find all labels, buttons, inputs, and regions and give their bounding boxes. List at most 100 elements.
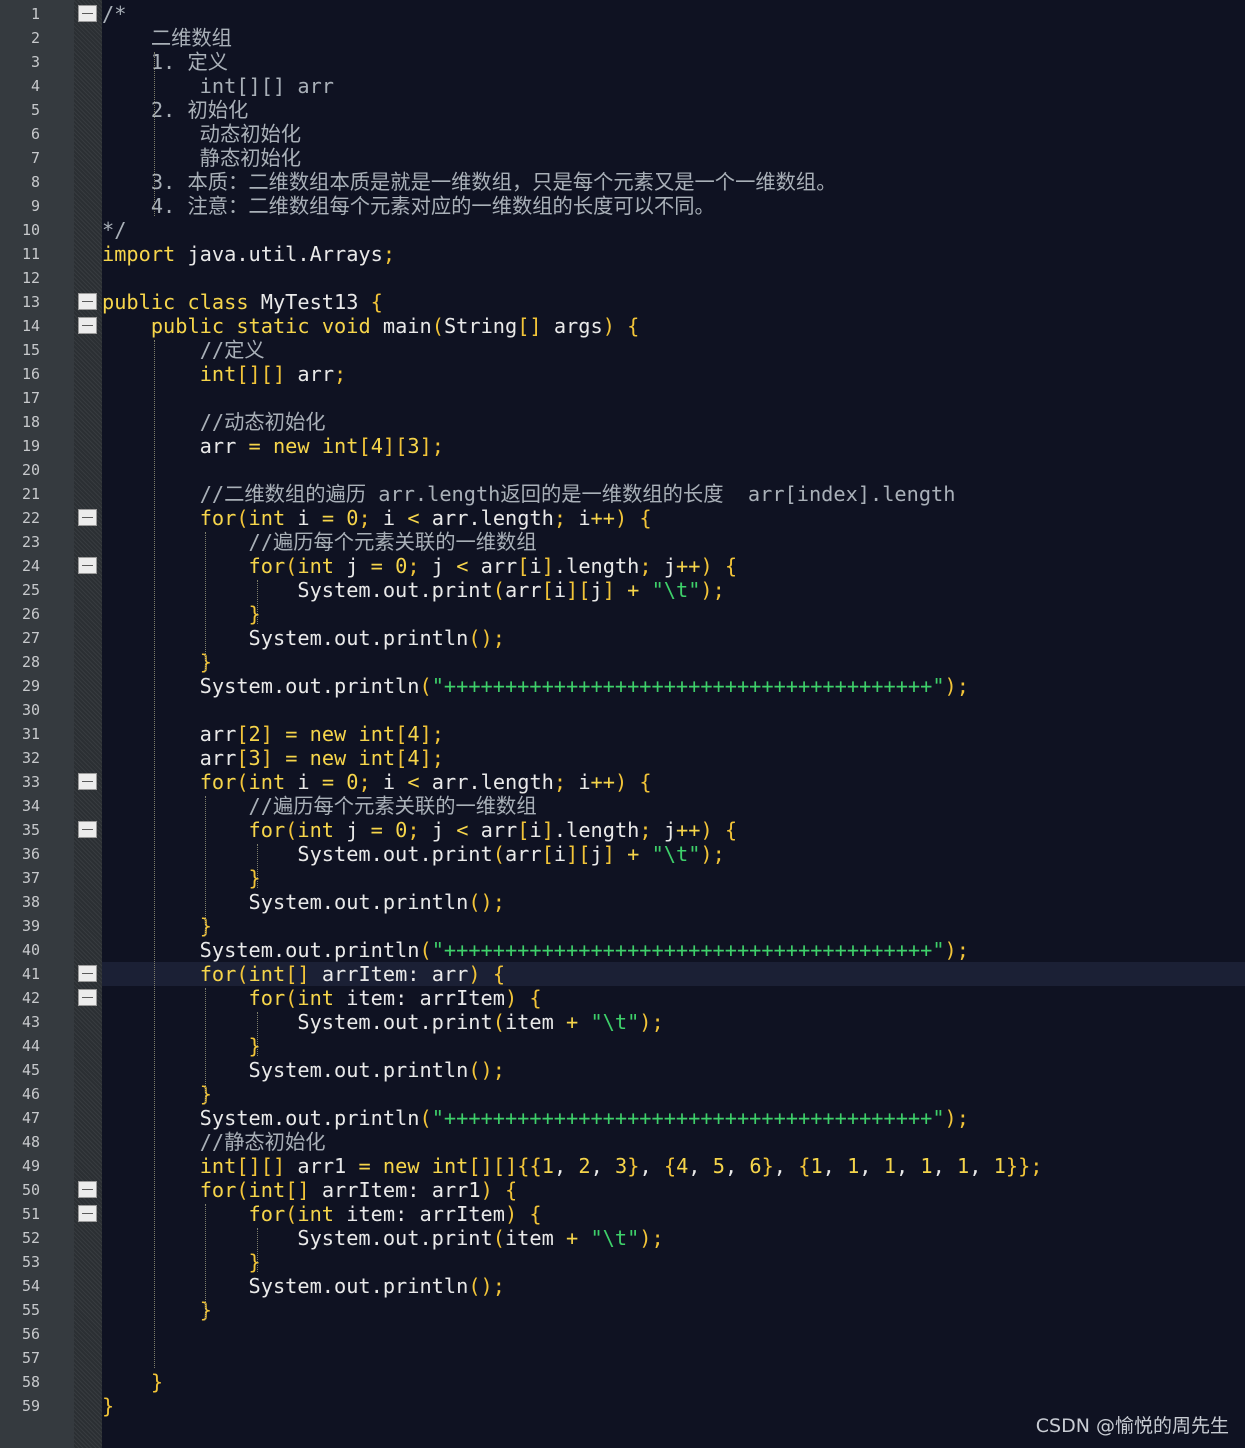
code-line[interactable]: for(int i = 0; i < arr.length; i++) { [102,770,1245,794]
code-line[interactable]: //静态初始化 [102,1130,1245,1154]
code-area[interactable]: /* 二维数组 1. 定义 int[][] arr 2. 初始化 动态初始化 静… [102,0,1245,1448]
line-number: 53 [21,1253,40,1271]
code-line-text: for(int i = 0; i < arr.length; i++) { [199,506,652,530]
fold-toggle-icon[interactable] [78,989,97,1006]
code-line[interactable]: //动态初始化 [102,410,1245,434]
code-line[interactable]: 4. 注意：二维数组每个元素对应的一维数组的长度可以不同。 [102,194,1245,218]
code-line[interactable]: import java.util.Arrays; [102,242,1245,266]
code-line[interactable] [102,458,1245,482]
line-number: 23 [21,533,40,551]
code-line-text: //定义 [199,338,265,362]
line-number: 25 [21,581,40,599]
code-line[interactable]: for(int item: arrItem) { [102,986,1245,1010]
code-line[interactable]: System.out.println(); [102,626,1245,650]
line-number: 59 [21,1397,40,1415]
code-line-text: System.out.println("++++++++++++++++++++… [102,938,969,962]
code-line-text: System.out.print(item + "\t"); [102,1010,664,1034]
code-line[interactable]: } [102,602,1245,626]
code-line-text: //静态初始化 [199,1130,326,1154]
fold-toggle-icon[interactable] [78,317,97,334]
code-line[interactable]: 静态初始化 [102,146,1245,170]
code-line[interactable]: for(int j = 0; j < arr[i].length; j++) { [102,554,1245,578]
fold-toggle-icon[interactable] [78,1205,97,1222]
fold-toggle-icon[interactable] [78,1181,97,1198]
code-line[interactable]: System.out.println(); [102,890,1245,914]
code-line[interactable]: /* [102,2,1245,26]
line-number: 30 [21,701,40,719]
code-line[interactable]: } [102,650,1245,674]
code-line[interactable]: for(int i = 0; i < arr.length; i++) { [102,506,1245,530]
code-line[interactable]: int[][] arr [102,74,1245,98]
fold-toggle-icon[interactable] [78,965,97,982]
fold-toggle-icon[interactable] [78,557,97,574]
fold-toggle-icon[interactable] [78,5,97,22]
code-line[interactable] [102,1322,1245,1346]
code-line[interactable]: //定义 [102,338,1245,362]
code-line[interactable]: System.out.print(item + "\t"); [102,1226,1245,1250]
code-line-text: 2. 初始化 [102,98,249,122]
indent-guide [205,796,206,936]
code-line[interactable]: arr[2] = new int[4]; [102,722,1245,746]
indent-guide [257,1228,258,1272]
code-line[interactable]: //遍历每个元素关联的一维数组 [102,530,1245,554]
code-line[interactable]: public static void main(String[] args) { [102,314,1245,338]
code-line[interactable]: int[][] arr; [102,362,1245,386]
fold-toggle-icon[interactable] [78,773,97,790]
code-line[interactable]: int[][] arr1 = new int[][]{{1, 2, 3}, {4… [102,1154,1245,1178]
code-line[interactable]: } [102,1250,1245,1274]
code-line[interactable]: //遍历每个元素关联的一维数组 [102,794,1245,818]
code-line[interactable]: } [102,866,1245,890]
code-line-text: 二维数组 [102,26,232,50]
code-line[interactable]: 3. 本质：二维数组本质是就是一维数组，只是每个元素又是一个一维数组。 [102,170,1245,194]
code-line[interactable]: System.out.println("++++++++++++++++++++… [102,938,1245,962]
code-line[interactable]: } [102,1034,1245,1058]
code-line[interactable]: } [102,1370,1245,1394]
code-line[interactable]: System.out.println("++++++++++++++++++++… [102,1106,1245,1130]
line-number: 22 [21,509,40,527]
code-line[interactable]: */ [102,218,1245,242]
line-number: 42 [21,989,40,1007]
code-line[interactable]: System.out.println(); [102,1058,1245,1082]
code-line[interactable]: 1. 定义 [102,50,1245,74]
fold-toggle-icon[interactable] [78,821,97,838]
code-line[interactable]: for(int item: arrItem) { [102,1202,1245,1226]
fold-toggle-icon[interactable] [78,293,97,310]
fold-gutter [74,0,102,1448]
code-line[interactable]: 动态初始化 [102,122,1245,146]
code-editor[interactable]: /* 二维数组 1. 定义 int[][] arr 2. 初始化 动态初始化 静… [0,0,1245,1448]
code-line[interactable]: for(int[] arrItem: arr) { [102,962,1245,986]
code-line[interactable]: arr[3] = new int[4]; [102,746,1245,770]
line-number: 31 [21,725,40,743]
indent-guide [205,1204,206,1320]
code-line[interactable]: System.out.println("++++++++++++++++++++… [102,674,1245,698]
indent-guide [154,52,155,216]
code-line-text: for(int i = 0; i < arr.length; i++) { [199,770,652,794]
code-line[interactable]: 2. 初始化 [102,98,1245,122]
fold-toggle-icon[interactable] [78,509,97,526]
code-line[interactable]: } [102,914,1245,938]
code-line[interactable] [102,1346,1245,1370]
line-number: 24 [21,557,40,575]
code-line-text: } [199,650,212,674]
code-line[interactable]: System.out.println(); [102,1274,1245,1298]
code-line[interactable] [102,266,1245,290]
code-line[interactable]: } [102,1298,1245,1322]
line-number: 37 [21,869,40,887]
code-line[interactable]: for(int[] arrItem: arr1) { [102,1178,1245,1202]
code-line[interactable]: //二维数组的遍历 arr.length返回的是一维数组的长度 arr[inde… [102,482,1245,506]
code-line[interactable] [102,386,1245,410]
code-line[interactable]: System.out.print(arr[i][j] + "\t"); [102,578,1245,602]
line-number: 48 [21,1133,40,1151]
indent-guide [257,580,258,624]
code-line-text: for(int[] arrItem: arr1) { [199,1178,518,1202]
code-line-text: public class MyTest13 { [102,290,383,314]
code-line[interactable] [102,698,1245,722]
code-line[interactable]: System.out.print(arr[i][j] + "\t"); [102,842,1245,866]
code-line[interactable]: 二维数组 [102,26,1245,50]
code-line[interactable]: for(int j = 0; j < arr[i].length; j++) { [102,818,1245,842]
code-line[interactable]: public class MyTest13 { [102,290,1245,314]
code-line[interactable]: arr = new int[4][3]; [102,434,1245,458]
code-line[interactable]: } [102,1082,1245,1106]
code-line[interactable]: System.out.print(item + "\t"); [102,1010,1245,1034]
line-number: 3 [30,53,40,71]
